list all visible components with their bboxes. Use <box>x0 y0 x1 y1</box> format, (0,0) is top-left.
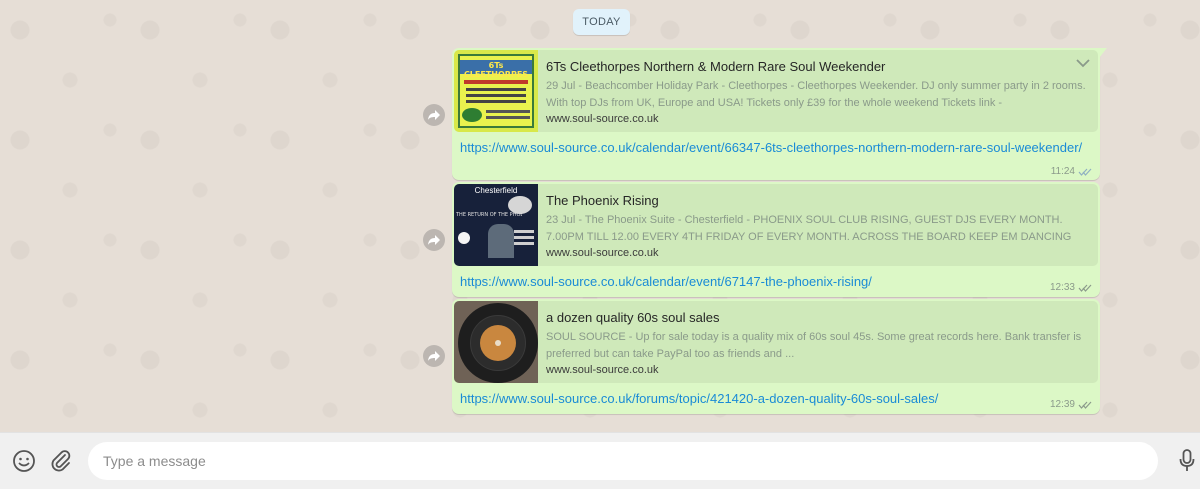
link-preview[interactable]: Chesterfield THE RETURN OF THE PHOENIX T… <box>454 184 1098 266</box>
preview-description: 29 Jul - Beachcomber Holiday Park - Clee… <box>546 80 1086 109</box>
message-input[interactable] <box>88 442 1158 480</box>
double-check-icon <box>1078 401 1092 409</box>
preview-domain: www.soul-source.co.uk <box>546 113 659 125</box>
forward-icon <box>428 235 440 245</box>
forward-button[interactable] <box>423 104 445 126</box>
link-preview[interactable]: 6Ts CLEETHORPES 6Ts Cleethorpes Northern… <box>454 50 1098 132</box>
preview-domain: www.soul-source.co.uk <box>546 364 659 376</box>
forward-icon <box>428 351 440 361</box>
preview-domain: www.soul-source.co.uk <box>546 247 659 259</box>
message-link[interactable]: https://www.soul-source.co.uk/calendar/e… <box>460 140 1082 155</box>
message-time: 11:24 <box>1050 166 1075 177</box>
attach-button[interactable] <box>48 448 74 474</box>
forward-button[interactable] <box>423 345 445 367</box>
message-bubble[interactable]: Chesterfield THE RETURN OF THE PHOENIX T… <box>452 182 1100 297</box>
thumbnail-subcaption: THE RETURN OF THE PHOENIX <box>456 212 522 218</box>
message-bubble[interactable]: a dozen quality 60s soul sales SOUL SOUR… <box>452 299 1100 414</box>
thumbnail-caption: Chesterfield <box>474 186 518 195</box>
message-time: 12:39 <box>1049 399 1075 410</box>
preview-description: 23 Jul - The Phoenix Suite - Chesterfiel… <box>546 214 1072 243</box>
preview-title: The Phoenix Rising <box>546 193 659 208</box>
preview-thumbnail: 6Ts CLEETHORPES <box>454 50 538 132</box>
date-chip: TODAY <box>573 9 630 35</box>
preview-description: SOUL SOURCE - Up for sale today is a qua… <box>546 331 1082 360</box>
message-link[interactable]: https://www.soul-source.co.uk/calendar/e… <box>460 274 872 289</box>
forward-button[interactable] <box>423 229 445 251</box>
paperclip-icon <box>51 450 71 472</box>
chat-area[interactable]: TODAY 6Ts CLEETHORPES 6Ts Cleethorpes No… <box>0 0 1200 432</box>
forward-icon <box>428 110 440 120</box>
message-meta: 11:24 <box>1051 166 1092 177</box>
emoji-button[interactable] <box>11 448 37 474</box>
preview-thumbnail <box>454 301 538 383</box>
microphone-icon <box>1179 449 1195 471</box>
thumbnail-caption: 6Ts CLEETHORPES <box>463 61 529 79</box>
preview-thumbnail: Chesterfield THE RETURN OF THE PHOENIX <box>454 184 538 266</box>
message-composer <box>0 432 1200 489</box>
message-meta: 12:33 <box>1050 282 1092 293</box>
preview-title: a dozen quality 60s soul sales <box>546 310 720 325</box>
preview-title: 6Ts Cleethorpes Northern & Modern Rare S… <box>546 59 886 74</box>
emoji-icon <box>13 450 35 472</box>
message-time: 12:33 <box>1049 282 1075 293</box>
chevron-down-icon[interactable] <box>1076 58 1090 68</box>
link-preview[interactable]: a dozen quality 60s soul sales SOUL SOUR… <box>454 301 1098 383</box>
message-bubble[interactable]: 6Ts CLEETHORPES 6Ts Cleethorpes Northern… <box>452 48 1107 180</box>
double-check-icon <box>1078 284 1092 292</box>
message-link[interactable]: https://www.soul-source.co.uk/forums/top… <box>460 391 938 406</box>
voice-button[interactable] <box>1174 448 1200 474</box>
double-check-icon <box>1078 168 1092 176</box>
message-meta: 12:39 <box>1050 399 1092 410</box>
